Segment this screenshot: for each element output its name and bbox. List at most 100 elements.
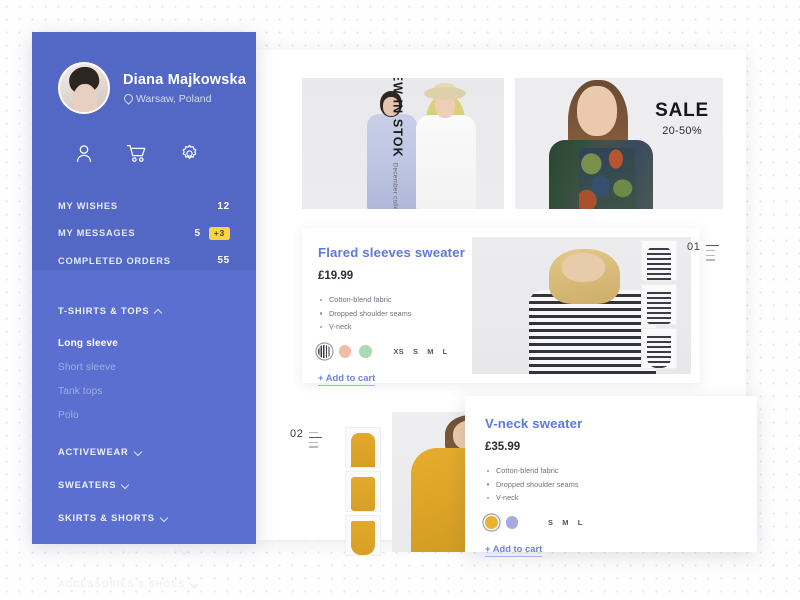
- product-title[interactable]: V-neck sweater: [485, 416, 757, 431]
- stat-row[interactable]: MY WISHES 12: [58, 193, 230, 219]
- banner-new-in-stock[interactable]: NEW IN STOK December collection: [302, 78, 504, 209]
- chevron-down-icon: [181, 547, 188, 554]
- product-pager-02: 02: [290, 428, 322, 448]
- thumbnail-image[interactable]: [641, 240, 677, 281]
- quick-actions: [58, 144, 230, 163]
- stat-label: MY WISHES: [58, 201, 196, 211]
- chevron-up-icon: [155, 307, 162, 314]
- nav-group-tshirts: T-SHIRTS & TOPS Long sleeve Short sleeve…: [58, 294, 230, 435]
- banner-label: NEW IN STOK December collection: [390, 78, 404, 209]
- product-options: S M L: [485, 516, 757, 529]
- cart-icon: [126, 144, 148, 163]
- sidebar-item-accessories-shoes[interactable]: ACCESSORIES & SHOES: [58, 567, 230, 600]
- sidebar: Diana Majkowska Warsaw, Poland: [32, 32, 256, 544]
- size-option[interactable]: L: [443, 347, 448, 356]
- product-feature: Dropped shoulder seams: [485, 477, 757, 490]
- color-swatch-mint[interactable]: [359, 345, 372, 358]
- nav-label: ACCESSORIES & SHOES: [58, 579, 185, 589]
- nav-label: SWEATERS: [58, 480, 116, 490]
- sidebar-item-activewear[interactable]: ACTIVEWEAR: [58, 435, 230, 468]
- stat-label: COMPLETED ORDERS: [58, 256, 196, 266]
- nav-group-activewear: ACTIVEWEAR: [58, 435, 230, 468]
- chevron-down-icon: [191, 580, 198, 587]
- stat-value: 12: [196, 201, 230, 212]
- thumbnail-image[interactable]: [345, 515, 381, 556]
- product-feature: Cotton-blend fabric: [485, 464, 757, 477]
- stats-list: MY WISHES 12 MY MESSAGES 5 +3 COMPLETED …: [58, 193, 230, 274]
- size-option[interactable]: S: [413, 347, 418, 356]
- color-swatch-peach[interactable]: [339, 345, 352, 358]
- user-profile[interactable]: Diana Majkowska Warsaw, Poland: [58, 62, 230, 114]
- product-feature: V-neck: [485, 491, 757, 504]
- color-swatches: [318, 345, 372, 358]
- size-option[interactable]: XS: [394, 347, 404, 356]
- thumbnail-image[interactable]: [345, 427, 381, 468]
- sidebar-item-tank-tops[interactable]: Tank tops: [58, 379, 230, 403]
- size-option[interactable]: M: [427, 347, 433, 356]
- banner-sale[interactable]: SALE 20-50%: [515, 78, 723, 209]
- user-icon-button[interactable]: [58, 144, 111, 163]
- gear-icon: [180, 144, 199, 163]
- product-title[interactable]: Flared sleeves sweater: [318, 245, 472, 260]
- nav-group-skirts: SKIRTS & SHORTS: [58, 501, 230, 534]
- sidebar-item-skirts-shorts[interactable]: SKIRTS & SHORTS: [58, 501, 230, 534]
- pager-number: 01: [687, 241, 700, 253]
- size-options: XS S M L: [394, 347, 448, 356]
- product-thumbnails-01: 01: [641, 240, 677, 372]
- chevron-down-icon: [122, 481, 129, 488]
- thumbnail-image[interactable]: [641, 284, 677, 325]
- color-swatch-striped[interactable]: [318, 345, 331, 358]
- thumbnail-image[interactable]: [641, 328, 677, 369]
- cart-icon-button[interactable]: [111, 144, 164, 163]
- sidebar-item-polo[interactable]: Polo: [58, 403, 230, 427]
- sidebar-item-outwear-blazers[interactable]: OUTWEAR & BLAZERS: [58, 534, 230, 567]
- thumbnail-image[interactable]: [345, 471, 381, 512]
- product-features: Cotton-blend fabric Dropped shoulder sea…: [318, 293, 472, 333]
- nav-label: OUTWEAR & BLAZERS: [58, 546, 175, 556]
- nav-group-outwear: OUTWEAR & BLAZERS: [58, 534, 230, 567]
- product-options: XS S M L: [318, 345, 472, 358]
- banner-title: NEW IN STOK: [390, 78, 404, 157]
- chevron-down-icon: [161, 514, 168, 521]
- color-swatch-periwinkle[interactable]: [506, 516, 519, 529]
- banner-model-right: [414, 87, 478, 209]
- profile-location: Warsaw, Poland: [123, 93, 230, 105]
- add-to-cart-button[interactable]: + Add to cart: [318, 372, 375, 387]
- product-info: V-neck sweater £35.99 Cotton-blend fabri…: [465, 396, 757, 552]
- sidebar-item-long-sleeve[interactable]: Long sleeve: [58, 331, 230, 355]
- size-options: S M L: [548, 518, 583, 527]
- profile-name: Diana Majkowska: [123, 72, 230, 88]
- pager-number: 02: [290, 428, 303, 440]
- product-feature: V-neck: [318, 320, 472, 333]
- profile-location-label: Warsaw, Poland: [136, 93, 211, 105]
- nav-sublist-tshirts: Long sleeve Short sleeve Tank tops Polo: [58, 327, 230, 435]
- gear-icon-button[interactable]: [163, 144, 216, 163]
- size-option[interactable]: M: [562, 518, 568, 527]
- product-thumbnails-02: 02: [345, 427, 381, 559]
- avatar: [58, 62, 110, 114]
- nav-group-sweaters: SWEATERS: [58, 468, 230, 501]
- product-feature: Cotton-blend fabric: [318, 293, 472, 306]
- stat-row[interactable]: MY MESSAGES 5 +3: [58, 219, 230, 248]
- category-nav: T-SHIRTS & TOPS Long sleeve Short sleeve…: [32, 270, 256, 600]
- size-option[interactable]: L: [578, 518, 583, 527]
- product-pager-01: 01: [687, 241, 719, 261]
- pager-steps[interactable]: [309, 428, 322, 448]
- product-features: Cotton-blend fabric Dropped shoulder sea…: [485, 464, 757, 504]
- size-option[interactable]: S: [548, 518, 553, 527]
- product-price: £35.99: [485, 441, 757, 453]
- sale-title: SALE: [655, 100, 709, 122]
- sidebar-item-tshirts-tops[interactable]: T-SHIRTS & TOPS: [58, 294, 230, 327]
- color-swatch-gold[interactable]: [485, 516, 498, 529]
- map-pin-icon: [123, 94, 132, 103]
- nav-group-accessories: ACCESSORIES & SHOES: [58, 567, 230, 600]
- sidebar-item-sweaters[interactable]: SWEATERS: [58, 468, 230, 501]
- promo-banners: NEW IN STOK December collection SALE 20-…: [302, 78, 723, 209]
- product-card-vneck-sweater: V-neck sweater £35.99 Cotton-blend fabri…: [465, 396, 757, 552]
- pager-steps[interactable]: [706, 241, 719, 261]
- sidebar-item-short-sleeve[interactable]: Short sleeve: [58, 355, 230, 379]
- product-info: Flared sleeves sweater £19.99 Cotton-ble…: [302, 228, 472, 383]
- product-feature: Dropped shoulder seams: [318, 306, 472, 319]
- add-to-cart-button[interactable]: + Add to cart: [485, 543, 542, 558]
- nav-label: ACTIVEWEAR: [58, 447, 129, 457]
